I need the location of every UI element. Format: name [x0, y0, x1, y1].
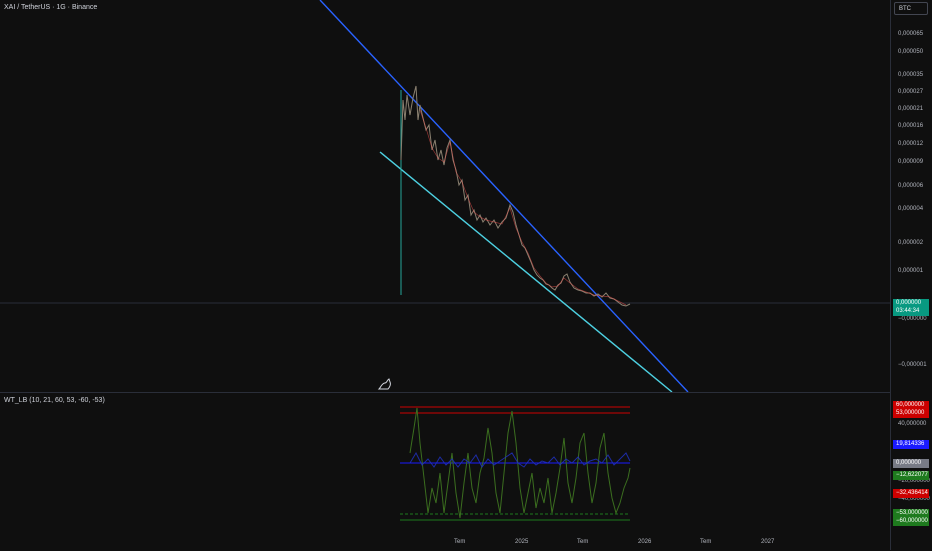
indicator-tag-53: 53,000000 [893, 409, 929, 418]
price-tick: 0,000006 [898, 183, 924, 189]
price-tick: 0,000012 [898, 141, 924, 147]
main-chart-svg[interactable] [0, 0, 890, 392]
price-tick: 0,000009 [898, 159, 924, 165]
time-tick: 2025 [515, 539, 529, 545]
price-tick: 0,000027 [898, 89, 924, 95]
indicator-tag-wt2: 19,814336 [893, 440, 929, 449]
lower-trendline[interactable] [379, 151, 673, 392]
indicator-svg [400, 406, 631, 521]
time-tick: Tem [700, 539, 712, 545]
time-tick: Tem [577, 539, 589, 545]
price-tick: 0,000001 [898, 268, 924, 274]
price-tick: 0,000016 [898, 123, 924, 129]
indicator-tag-diff: −32,436414 [893, 489, 929, 498]
wt2-series [409, 451, 631, 468]
chart-title[interactable]: XAI / TetherUS · 1G · Binance [4, 4, 97, 11]
indicator-tag-wt1: −12,622077 [893, 471, 929, 480]
price-tick: 0,000065 [898, 31, 924, 37]
time-tick: Tem [454, 539, 466, 545]
bar-countdown-tag: 03:44:34 [893, 307, 929, 316]
indicator-tick: 40,000000 [898, 421, 927, 427]
price-tick: −0,000001 [898, 362, 927, 368]
indicator-tag-zero: 0,000000 [893, 459, 929, 468]
price-tick: 0,000002 [898, 240, 924, 246]
price-tick: 0,000021 [898, 106, 924, 112]
price-tick: 0,000004 [898, 206, 924, 212]
time-tick: 2027 [761, 539, 775, 545]
currency-button[interactable]: BTC [894, 2, 928, 15]
price-tick: 0,000050 [898, 49, 924, 55]
indicator-title[interactable]: WT_LB (10, 21, 60, 53, -60, -53) [4, 397, 105, 404]
price-series [400, 85, 631, 307]
indicator-tag-os60: −60,000000 [893, 517, 929, 526]
price-tick: 0,000035 [898, 72, 924, 78]
time-tick: 2026 [638, 539, 652, 545]
upper-trendline[interactable] [319, 0, 689, 392]
tradingview-logo-icon[interactable] [377, 378, 391, 390]
price-tick: −0,000000 [898, 316, 927, 322]
